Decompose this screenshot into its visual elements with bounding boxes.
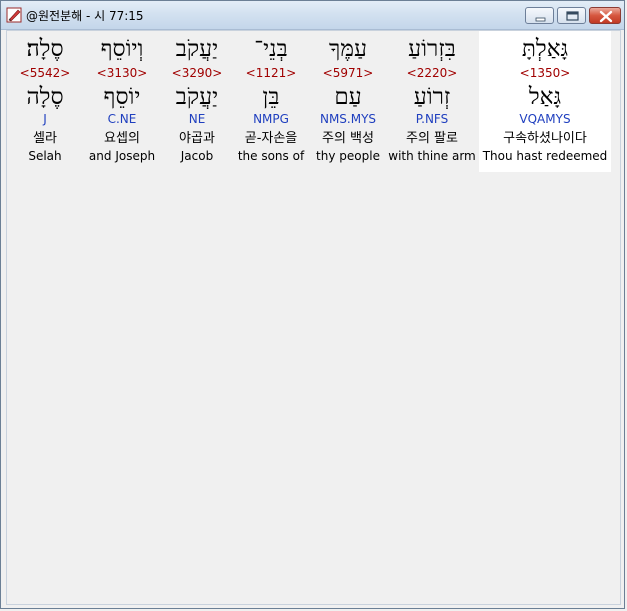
hebrew-word[interactable]: יַעֲקֹב	[162, 35, 232, 63]
close-button[interactable]	[589, 7, 621, 24]
word-column[interactable]: וְיוֹסֵף <3130> יוֹסֵף C.NE 요셉의 and Jose…	[82, 31, 162, 172]
english-gloss: and Joseph	[88, 149, 156, 163]
hebrew-word[interactable]: עַמֶּךָ	[312, 35, 384, 63]
hebrew-root: גָּאַל	[528, 84, 562, 110]
strong-number[interactable]: <3290>	[162, 66, 232, 80]
english-gloss: the sons of	[237, 149, 305, 163]
morphology-code: J	[43, 112, 47, 126]
korean-gloss: 요셉의	[104, 131, 140, 146]
korean-gloss: 구속하셨나이다	[503, 131, 587, 146]
english-gloss: with thine arm	[388, 149, 476, 163]
korean-gloss: 곧-자손을	[244, 131, 298, 146]
maximize-icon	[566, 11, 579, 21]
word-column[interactable]: סֶלָה׃ <5542> סֶלָה J 셀라 Selah	[12, 31, 78, 172]
english-gloss: thy people	[316, 149, 380, 163]
strong-number[interactable]: <3130>	[82, 66, 162, 80]
hebrew-root: יַעֲקֹב	[175, 84, 219, 110]
hebrew-word[interactable]: וְיוֹסֵף	[82, 35, 162, 63]
hebrew-root: זְרוֹעַ	[413, 84, 451, 110]
word-column[interactable]: יַעֲקֹב <3290> יַעֲקֹב NE 야곱과 Jacob	[162, 31, 232, 172]
app-window: @원전분해 - 시 77:15 סֶלָה׃ <5542> סֶלָה J 셀라…	[0, 0, 625, 609]
hebrew-word[interactable]: בִּזְרוֹעַ	[384, 35, 480, 63]
close-icon	[599, 10, 613, 23]
strong-number[interactable]: <1121>	[232, 66, 310, 80]
strong-number[interactable]: <5542>	[12, 66, 78, 80]
morphology-code: P.NFS	[415, 112, 449, 126]
word-column[interactable]: בִּזְרוֹעַ <2220> זְרוֹעַ P.NFS 주의 팔로 wi…	[384, 31, 480, 172]
hebrew-root: יוֹסֵף	[103, 84, 141, 110]
hebrew-root: עַם	[334, 84, 362, 110]
verse-analysis-panel: סֶלָה׃ <5542> סֶלָה J 셀라 Selah וְיוֹסֵף …	[6, 30, 621, 605]
morphology-code: NMS.MYS	[319, 112, 377, 126]
hebrew-word[interactable]: גָּאַלְתָּ	[479, 35, 611, 63]
hebrew-word[interactable]: סֶלָה׃	[12, 35, 78, 63]
strong-number[interactable]: <2220>	[384, 66, 480, 80]
word-column[interactable]: בְּנֵי־ <1121> בֵּן NMPG 곧-자손을 the sons …	[232, 31, 310, 172]
hebrew-word[interactable]: בְּנֵי־	[232, 35, 310, 63]
english-gloss: Selah	[28, 149, 62, 163]
korean-gloss: 주의 팔로	[406, 131, 458, 146]
english-gloss: Thou hast redeemed	[482, 149, 608, 163]
korean-gloss: 셀라	[33, 131, 57, 146]
word-column[interactable]: עַמֶּךָ <5971> עַם NMS.MYS 주의 백성 thy peo…	[312, 31, 384, 172]
hebrew-root: בֵּן	[262, 84, 280, 110]
maximize-button[interactable]	[557, 7, 586, 24]
pen-app-icon[interactable]	[6, 7, 22, 23]
morphology-code: VQAMYS	[519, 112, 571, 126]
morphology-code: C.NE	[107, 112, 137, 126]
korean-gloss: 야곱과	[179, 131, 215, 146]
english-gloss: Jacob	[180, 149, 214, 163]
strong-number[interactable]: <5971>	[312, 66, 384, 80]
morphology-code: NMPG	[253, 112, 289, 126]
minimize-button[interactable]	[525, 7, 554, 24]
minimize-icon	[535, 17, 546, 22]
window-title: @원전분해 - 시 77:15	[26, 9, 144, 23]
hebrew-root: סֶלָה	[26, 84, 64, 110]
strong-number[interactable]: <1350>	[479, 66, 611, 80]
morphology-code: NE	[188, 112, 206, 126]
korean-gloss: 주의 백성	[322, 131, 374, 146]
title-bar[interactable]: @원전분해 - 시 77:15	[1, 1, 624, 30]
word-column-selected[interactable]: גָּאַלְתָּ <1350> גָּאַל VQAMYS 구속하셨나이다 …	[479, 31, 611, 172]
